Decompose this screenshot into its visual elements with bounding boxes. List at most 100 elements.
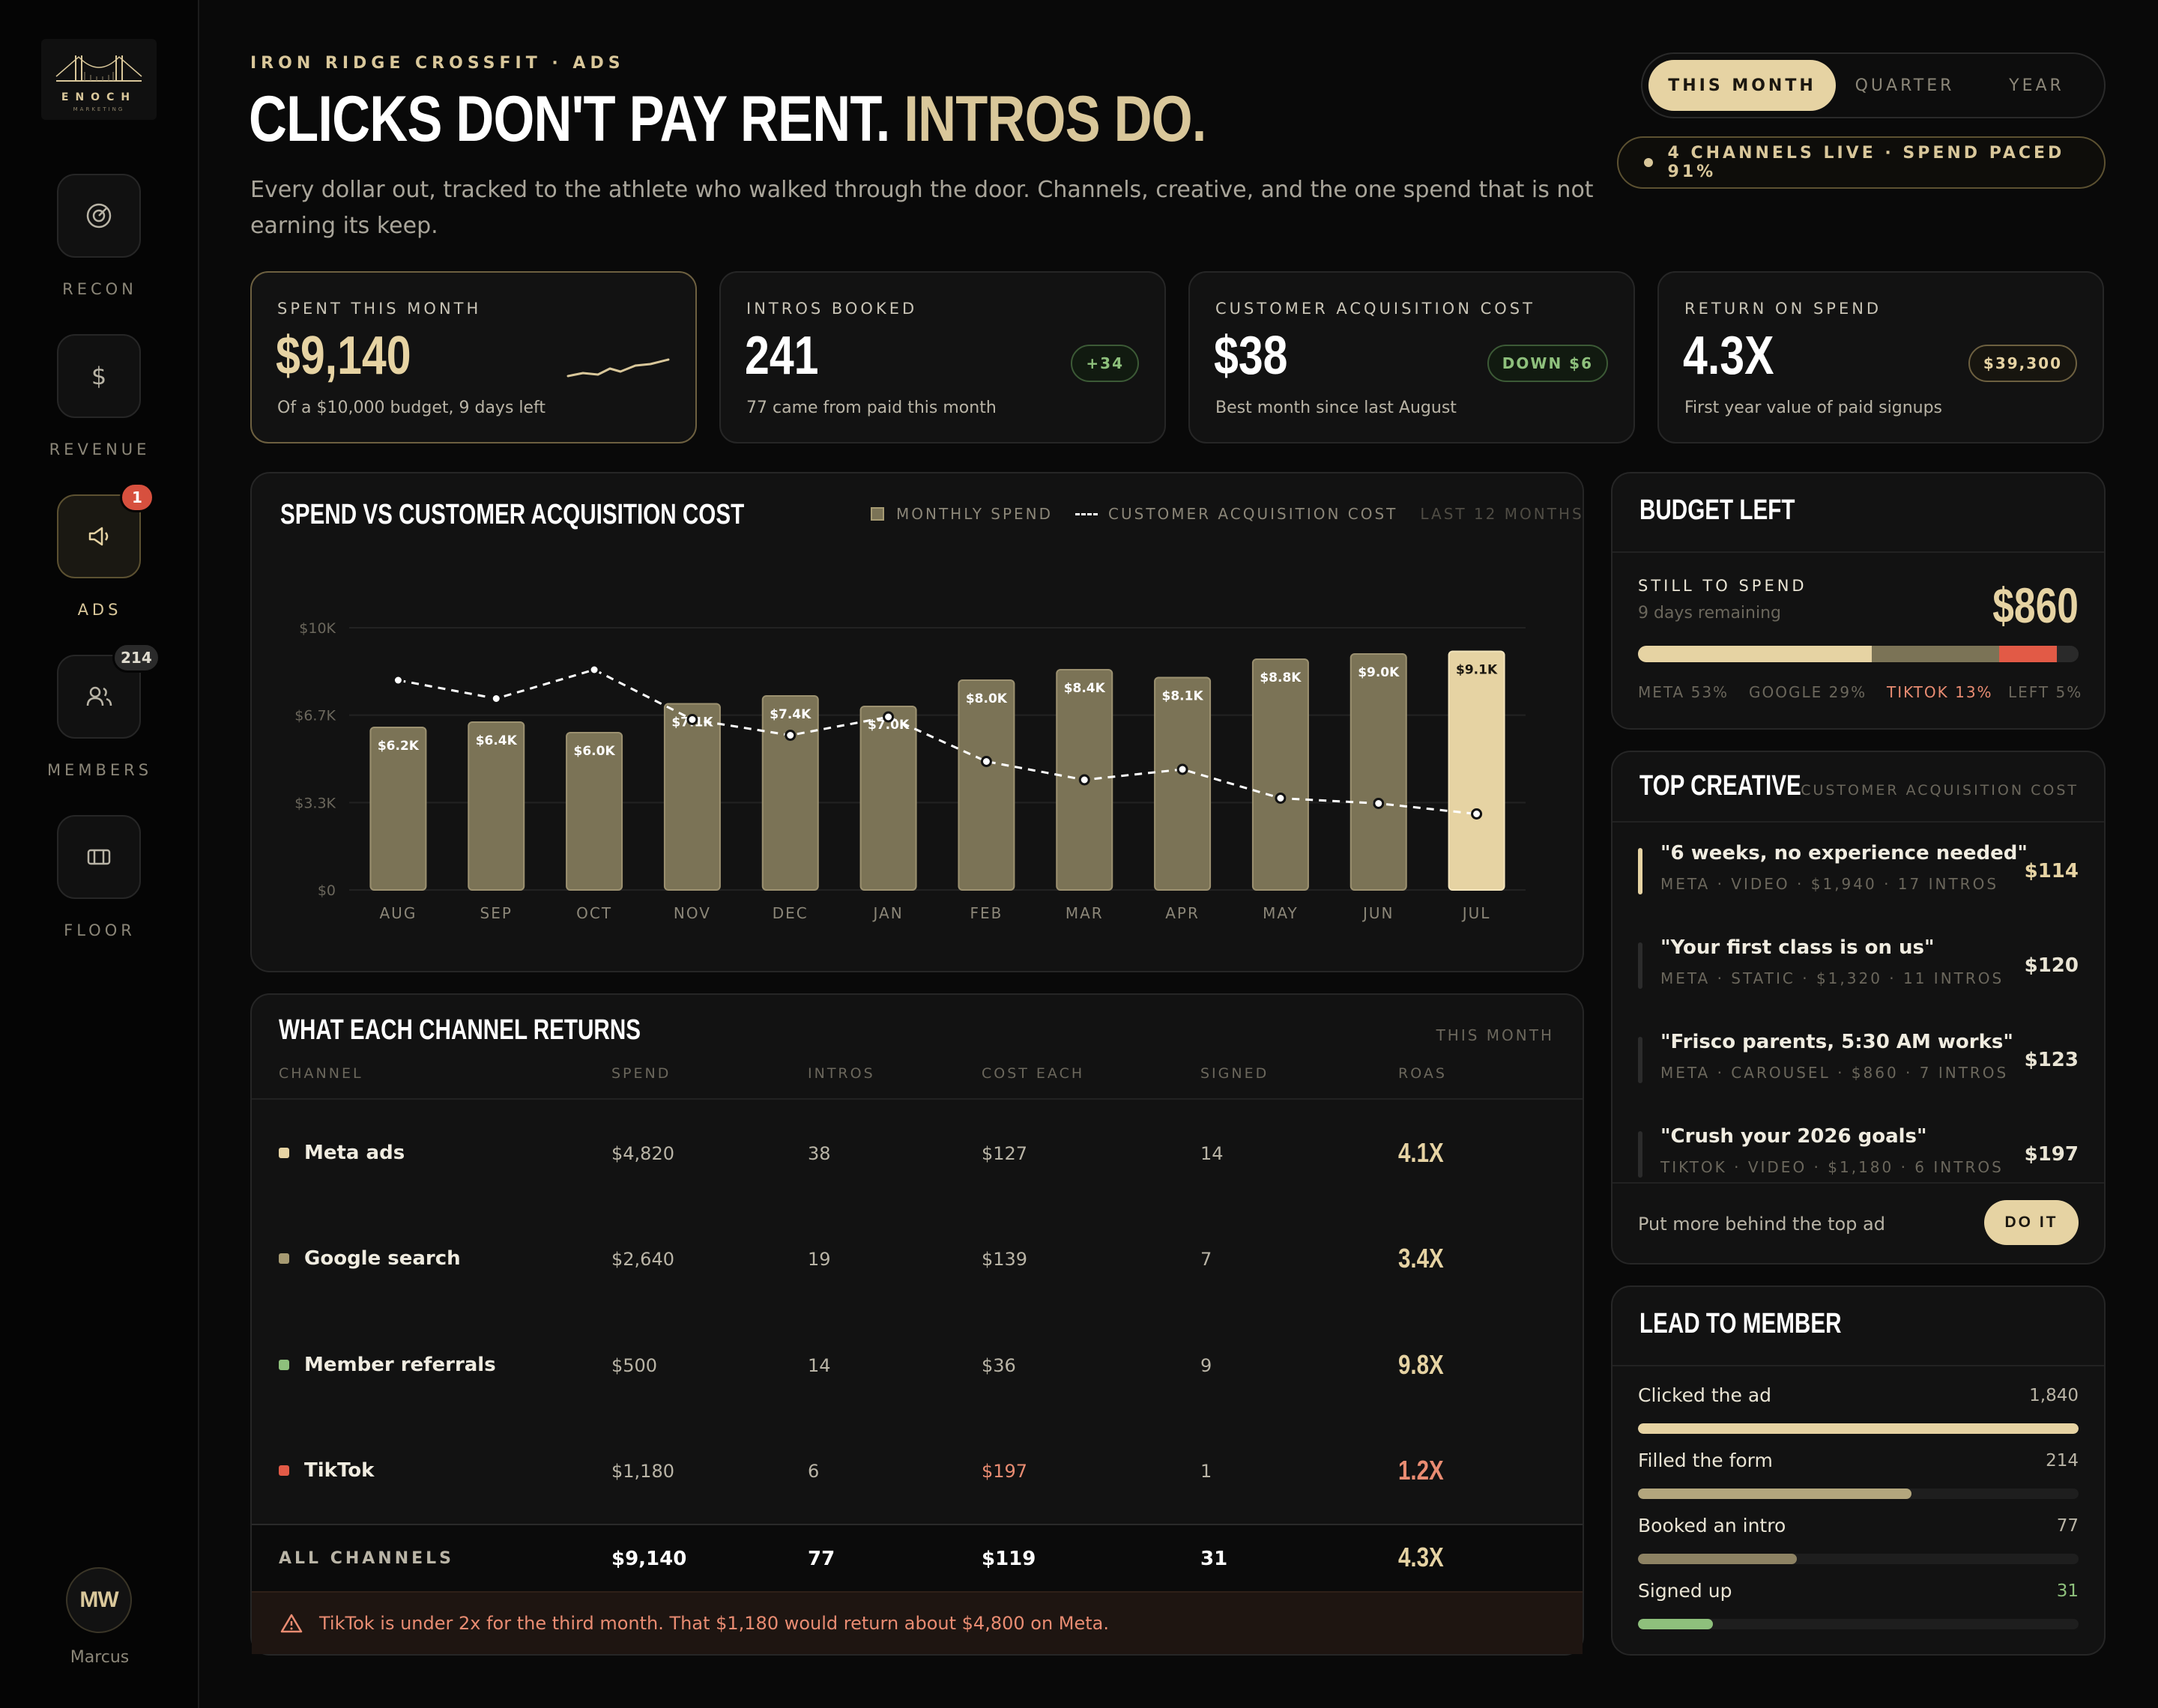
channel-signed: 14 [1200, 1143, 1224, 1164]
sidebar-item-floor[interactable]: FLOOR [0, 815, 199, 965]
funnel-title: LEAD TO MEMBER [1639, 1308, 1842, 1339]
creative-item[interactable]: "Frisco parents, 5:30 AM works" META · C… [1613, 1010, 2104, 1104]
period-year[interactable]: YEAR [1975, 60, 2098, 111]
bar-value-label: $8.1K [1162, 689, 1204, 704]
kpi-cac[interactable]: CUSTOMER ACQUISITION COST $38 DOWN $6 Be… [1188, 271, 1635, 443]
channel-name: Meta ads [304, 1142, 405, 1164]
status-pill: 4 CHANNELS LIVE · SPEND PACED 91% [1617, 136, 2106, 189]
y-tick-label: $3.3K [294, 795, 336, 811]
funnel-step-label: Signed up [1638, 1580, 1732, 1602]
kpi-label: SPENT THIS MONTH [277, 300, 482, 318]
total-label: ALL CHANNELS [279, 1549, 455, 1568]
do-it-button[interactable]: DO IT [1984, 1200, 2079, 1245]
kpi-value: 241 [745, 326, 819, 386]
budget-subtext: 9 days remaining [1638, 604, 1781, 623]
creative-item[interactable]: "6 weeks, no experience needed" META · V… [1613, 821, 2104, 915]
chart-range-label: LAST 12 MONTHS [1420, 505, 1584, 523]
creative-footer-divider [1613, 1182, 2104, 1184]
warning-text: TikTok is under 2x for the third month. … [319, 1613, 1110, 1634]
legend-cac-label: CUSTOMER ACQUISITION COST [1108, 505, 1398, 523]
channel-intros: 6 [808, 1461, 820, 1482]
funnel-step-track [1638, 1619, 2079, 1629]
sidebar-item-label: FLOOR [64, 921, 136, 939]
channel-roas: 1.2X [1398, 1455, 1444, 1486]
creative-cost: $120 [2024, 954, 2079, 977]
total-roas: 4.3X [1398, 1542, 1444, 1572]
kpi-value: 4.3X [1683, 326, 1774, 386]
kpi-subtext: 77 came from paid this month [746, 399, 997, 417]
table-total-row: ALL CHANNELS $9,140 77 $119 31 4.3X [252, 1524, 1583, 1591]
channel-intros: 19 [808, 1249, 831, 1270]
channel-cost: $139 [982, 1249, 1028, 1270]
funnel-step-label: Booked an intro [1638, 1515, 1786, 1536]
kpi-value: $38 [1214, 326, 1288, 386]
creative-title: TOP CREATIVE [1639, 770, 1801, 802]
period-this-month[interactable]: THIS MONTH [1648, 60, 1836, 111]
x-tick-label: DEC [773, 904, 809, 922]
channel-spend: $1,180 [611, 1461, 674, 1482]
budget-title: BUDGET LEFT [1639, 494, 1795, 526]
budget-segment [1871, 646, 2000, 662]
recon-button[interactable] [57, 174, 141, 258]
kpi-intros[interactable]: INTROS BOOKED 241 +34 77 came from paid … [719, 271, 1166, 443]
chart-bar [761, 695, 819, 891]
creative-item[interactable]: "Crush your 2026 goals" TIKTOK · VIDEO ·… [1613, 1104, 2104, 1179]
channel-table-title: WHAT EACH CHANNEL RETURNS [279, 1014, 641, 1046]
creative-cost: $197 [2024, 1143, 2079, 1166]
revenue-button[interactable]: $ [57, 334, 141, 418]
creative-meta-text: TIKTOK · VIDEO · $1,180 · 6 INTROS [1660, 1158, 2004, 1176]
col-header-intros: INTROS [808, 1065, 875, 1082]
creative-item[interactable]: "Your first class is on us" META · STATI… [1613, 915, 2104, 1010]
sidebar-item-ads[interactable]: 1 ADS [0, 482, 199, 644]
creative-footer-text: Put more behind the top ad [1638, 1214, 1885, 1235]
total-intros: 77 [808, 1548, 835, 1570]
channel-cost: $197 [982, 1461, 1028, 1482]
page-title-main: CLICKS DON'T PAY RENT. [249, 83, 890, 155]
funnel-step-value: 77 [2056, 1516, 2079, 1536]
channel-color-dot [279, 1360, 289, 1370]
channel-intros: 38 [808, 1143, 831, 1164]
channel-color-dot [279, 1148, 289, 1158]
cac-point [883, 711, 895, 723]
channel-intros: 14 [808, 1355, 831, 1376]
col-header-cost: COST EACH [982, 1065, 1085, 1082]
spend-cac-chart: $0 $3.3K $6.7K $10K $6.2K AUG $6.4K SEP $6.0K OCT… [294, 620, 1526, 922]
chart-bar [859, 706, 917, 891]
bar-value-label: $9.1K [1456, 663, 1498, 678]
sidebar-item-label: REVENUE [49, 440, 151, 458]
col-header-channel: CHANNEL [279, 1065, 363, 1082]
sidebar-item-members[interactable]: 214 MEMBERS [0, 643, 199, 805]
y-tick-label: $6.7K [294, 708, 336, 724]
period-quarter[interactable]: QUARTER [1839, 60, 1971, 111]
warning-banner: TikTok is under 2x for the third month. … [252, 1591, 1583, 1654]
kpi-change-badge: DOWN $6 [1487, 345, 1608, 382]
ads-notification-badge: 1 [120, 482, 154, 512]
user-avatar[interactable]: MW [66, 1567, 132, 1633]
x-tick-label: NOV [674, 904, 711, 922]
period-selector: THIS MONTH QUARTER YEAR [1641, 52, 2106, 118]
creative-meta-text: META · STATIC · $1,320 · 11 INTROS [1660, 969, 2004, 987]
floor-button[interactable] [57, 815, 141, 899]
kpi-return[interactable]: RETURN ON SPEND 4.3X $39,300 First year … [1657, 271, 2104, 443]
funnel-step-track [1638, 1423, 2079, 1434]
channel-roas: 3.4X [1398, 1243, 1444, 1274]
funnel-step-fill [1638, 1554, 1797, 1564]
kpi-spent[interactable]: SPENT THIS MONTH $9,140 Of a $10,000 bud… [250, 271, 697, 443]
budget-split-bar [1638, 646, 2079, 662]
channel-cost: $127 [982, 1143, 1028, 1164]
funnel-step-fill [1638, 1489, 1911, 1499]
x-tick-label: MAR [1066, 904, 1104, 922]
brand-logo[interactable]: ENOCH MARKETING [41, 39, 157, 120]
funnel-step-fill [1638, 1423, 2079, 1434]
bar-value-label: $7.4K [770, 707, 811, 722]
cac-point [1275, 793, 1287, 804]
chart-bar [958, 679, 1015, 891]
cac-line [398, 668, 1477, 815]
sidebar-item-recon[interactable]: RECON [0, 174, 199, 324]
sidebar-item-revenue[interactable]: $ REVENUE [0, 334, 199, 484]
chart-bar [1448, 650, 1505, 891]
members-count-badge: 214 [112, 643, 160, 673]
legend-spend-label: MONTHLY SPEND [896, 505, 1054, 523]
x-tick-label: JUN [1361, 904, 1394, 922]
kpi-label: RETURN ON SPEND [1684, 300, 1882, 318]
